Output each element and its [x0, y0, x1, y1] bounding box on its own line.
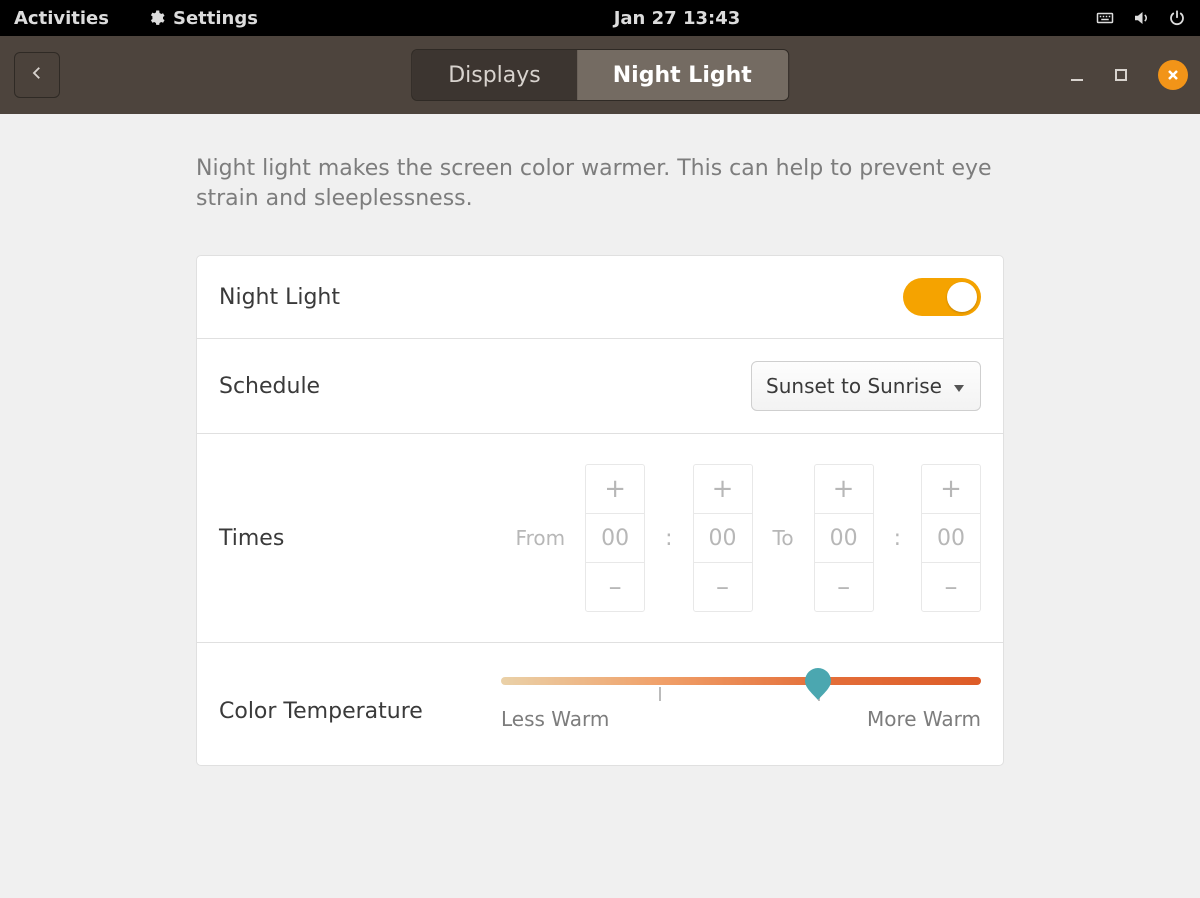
maximize-button[interactable]	[1114, 68, 1128, 82]
tab-displays[interactable]: Displays	[412, 50, 577, 100]
tab-night-light[interactable]: Night Light	[577, 50, 788, 100]
schedule-value: Sunset to Sunrise	[766, 374, 942, 398]
from-min-plus[interactable]: +	[694, 465, 752, 513]
time-colon: :	[665, 526, 672, 551]
to-min-minus[interactable]: –	[922, 563, 980, 611]
slider-thumb[interactable]	[804, 667, 832, 701]
chevron-left-icon	[28, 64, 46, 86]
back-button[interactable]	[14, 52, 60, 98]
gnome-top-bar: Activities Settings Jan 27 13:43	[0, 0, 1200, 36]
clock[interactable]: Jan 27 13:43	[614, 8, 741, 29]
times-label: Times	[219, 526, 284, 551]
slider-tick	[659, 687, 661, 701]
slider-left-label: Less Warm	[501, 707, 609, 731]
close-icon	[1166, 68, 1180, 82]
color-temp-label: Color Temperature	[219, 699, 423, 724]
from-min-minus[interactable]: –	[694, 563, 752, 611]
from-label: From	[516, 526, 566, 550]
night-light-label: Night Light	[219, 285, 340, 310]
to-min-plus[interactable]: +	[922, 465, 980, 513]
to-hour-minus[interactable]: –	[815, 563, 873, 611]
from-hour-spinner: + 00 –	[585, 464, 645, 612]
page-content: Night light makes the screen color warme…	[0, 114, 1200, 766]
to-min-value[interactable]: 00	[922, 513, 980, 563]
time-colon: :	[894, 526, 901, 551]
app-menu[interactable]: Settings	[147, 8, 258, 29]
page-description: Night light makes the screen color warme…	[196, 154, 1004, 213]
row-schedule: Schedule Sunset to Sunrise	[197, 339, 1003, 434]
slider-right-label: More Warm	[867, 707, 981, 731]
keyboard-icon[interactable]	[1096, 9, 1114, 27]
from-hour-minus[interactable]: –	[586, 563, 644, 611]
to-hour-spinner: + 00 –	[814, 464, 874, 612]
view-switcher: Displays Night Light	[411, 49, 789, 101]
to-hour-value[interactable]: 00	[815, 513, 873, 563]
from-min-spinner: + 00 –	[693, 464, 753, 612]
row-times: Times From + 00 – : + 00 – To	[197, 434, 1003, 643]
row-color-temperature: Color Temperature Less Warm	[197, 643, 1003, 765]
minimize-button[interactable]	[1070, 68, 1084, 82]
schedule-select[interactable]: Sunset to Sunrise	[751, 361, 981, 411]
from-min-value[interactable]: 00	[694, 513, 752, 563]
schedule-label: Schedule	[219, 374, 320, 399]
settings-card: Night Light Schedule Sunset to Sunrise	[196, 255, 1004, 766]
volume-icon[interactable]	[1132, 9, 1150, 27]
close-button[interactable]	[1158, 60, 1188, 90]
night-light-toggle[interactable]	[903, 278, 981, 316]
color-temp-slider[interactable]	[501, 677, 981, 685]
to-hour-plus[interactable]: +	[815, 465, 873, 513]
to-min-spinner: + 00 –	[921, 464, 981, 612]
headerbar: Displays Night Light	[0, 36, 1200, 114]
from-hour-value[interactable]: 00	[586, 513, 644, 563]
toggle-knob	[947, 282, 977, 312]
from-hour-plus[interactable]: +	[586, 465, 644, 513]
row-night-light: Night Light	[197, 256, 1003, 339]
to-label: To	[773, 526, 794, 550]
app-name: Settings	[173, 8, 258, 29]
gear-icon	[147, 9, 165, 27]
activities-button[interactable]: Activities	[14, 8, 109, 29]
power-icon[interactable]	[1168, 9, 1186, 27]
chevron-down-icon	[952, 374, 966, 398]
